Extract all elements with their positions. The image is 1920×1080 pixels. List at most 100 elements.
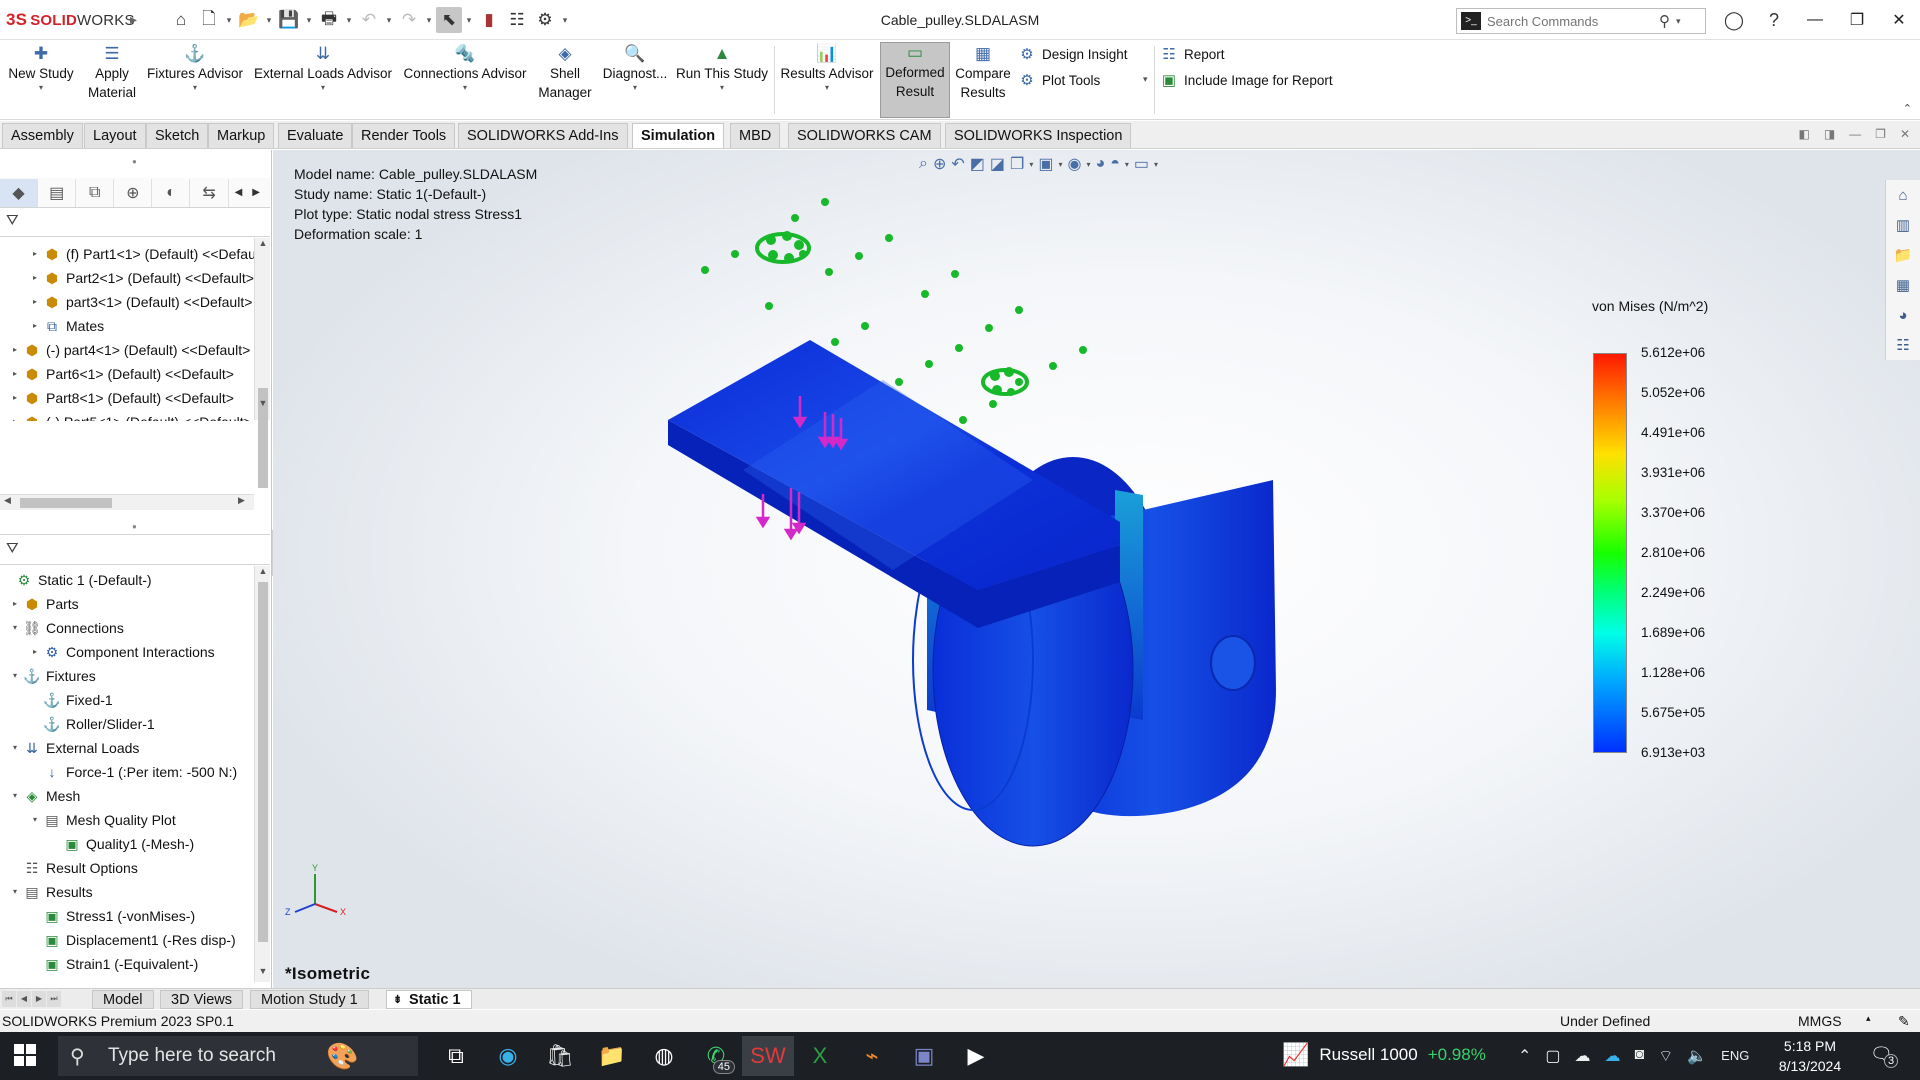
tab-mbd[interactable]: MBD xyxy=(730,123,781,148)
expand-arrow-icon[interactable]: ▾ xyxy=(8,736,22,760)
home-icon[interactable]: ⌂ xyxy=(168,7,194,33)
solidworks-taskbar-icon[interactable]: SW xyxy=(742,1036,794,1076)
diagnostics-dropdown-icon[interactable]: ▾ xyxy=(600,83,670,93)
tab-simulation[interactable]: Simulation xyxy=(632,123,725,148)
excel-icon[interactable]: X xyxy=(794,1036,846,1076)
panel-splitter-icon[interactable]: ● xyxy=(132,157,137,166)
simulation-tree-item[interactable]: ☷ Result Options xyxy=(8,856,138,880)
search-commands-input[interactable] xyxy=(1487,13,1657,29)
feature-tree-item[interactable]: ▸⬢(-) Part5<1> (Default) <<Default> xyxy=(8,410,252,421)
expand-arrow-icon[interactable]: ▾ xyxy=(8,784,22,808)
tab-motion-study-1[interactable]: Motion Study 1 xyxy=(250,990,369,1009)
menu-expand-icon[interactable]: ▸ xyxy=(130,11,137,28)
whatsapp-icon[interactable]: ✆ 45 xyxy=(690,1036,742,1076)
apply-material-button[interactable]: ☰ Apply Material xyxy=(80,44,144,102)
options-gear-icon[interactable]: ⚙ xyxy=(532,7,558,33)
new-document-icon[interactable]: 🗋 xyxy=(196,7,222,33)
options-dropdown-icon[interactable]: ▾ xyxy=(560,15,570,26)
wifi-icon[interactable]: ⌔ xyxy=(1658,1046,1673,1066)
select-dropdown-icon[interactable]: ▾ xyxy=(464,15,474,26)
minimize-icon[interactable]: — xyxy=(1794,11,1836,29)
simulation-tree-item[interactable]: ↓ Force-1 (:Per item: -500 N:) xyxy=(28,760,238,784)
open-dropdown-icon[interactable]: ▾ xyxy=(264,15,274,26)
run-this-study-button[interactable]: ▲ Run This Study ▾ xyxy=(674,44,770,93)
scroll-up-icon[interactable]: ▲ xyxy=(255,238,271,248)
task-view-icon[interactable]: ⧉ xyxy=(430,1036,482,1076)
color-legend-bar[interactable] xyxy=(1593,353,1627,753)
simulation-tree-item[interactable]: ▣ Strain1 (-Equivalent-) xyxy=(28,952,198,976)
results-dropdown-icon[interactable]: ▾ xyxy=(779,83,875,93)
new-study-button[interactable]: ✚ New Study ▾ xyxy=(4,44,78,93)
scroll-right-icon[interactable]: ▶ xyxy=(238,495,245,506)
tab-layout[interactable]: Layout xyxy=(84,123,146,148)
tab-scroll-arrows-icon[interactable]: ◀▶ xyxy=(235,187,270,198)
include-image-for-report-button[interactable]: ▣ Include Image for Report xyxy=(1160,71,1333,89)
open-folder-icon[interactable]: 📂 xyxy=(236,7,262,33)
viewport-restore-icon[interactable]: ❐ xyxy=(1875,127,1886,141)
redo-icon[interactable]: ↷ xyxy=(396,7,422,33)
expand-arrow-icon[interactable]: ▸ xyxy=(28,242,42,266)
results-advisor-button[interactable]: 📊 Results Advisor ▾ xyxy=(779,44,875,93)
scroll-down-icon[interactable]: ▼ xyxy=(255,398,271,408)
graphics-viewport[interactable]: Model name: Cable_pulley.SLDALASM Study … xyxy=(273,150,1920,988)
simulation-tree-item[interactable]: ▣ Quality1 (-Mesh-) xyxy=(48,832,194,856)
filter-icon[interactable]: ⛛ xyxy=(6,212,19,229)
simulation-tree-item[interactable]: ▾ ⇊ External Loads xyxy=(8,736,139,760)
traffic-light-icon[interactable]: ▮ xyxy=(476,7,502,33)
unit-system-dropdown-icon[interactable]: ▴ xyxy=(1866,1013,1871,1024)
tab-evaluate[interactable]: Evaluate xyxy=(278,123,353,148)
help-icon[interactable]: ? xyxy=(1754,10,1794,31)
windows-start-icon[interactable] xyxy=(14,1044,36,1066)
last-tab-icon[interactable]: ⏭ xyxy=(47,991,61,1007)
new-study-dropdown-icon[interactable]: ▾ xyxy=(4,83,78,93)
simulation-tree-item[interactable]: ⚓ Roller/Slider-1 xyxy=(28,712,154,736)
feature-tree-item[interactable]: ▸ ⬢ part3<1> (Default) <<Default> xyxy=(28,290,252,314)
print-icon[interactable]: 🖶 xyxy=(316,7,342,33)
scroll-left-icon[interactable]: ◀ xyxy=(4,495,11,506)
input-language[interactable]: ENG xyxy=(1721,1048,1749,1066)
expand-arrow-icon[interactable]: ▸ xyxy=(8,592,22,616)
solidworks-resources-icon[interactable]: ⌂ xyxy=(1886,180,1920,210)
plot-tools-dropdown-icon[interactable]: ▾ xyxy=(1143,74,1148,85)
simulation-tree-item[interactable]: ▸ ⬢ Parts xyxy=(8,592,79,616)
custom-properties-icon[interactable]: ☷ xyxy=(1886,330,1920,360)
viewport-minimize-icon[interactable]: — xyxy=(1849,127,1861,141)
display-manager-tab-icon[interactable]: ◐ xyxy=(152,178,191,207)
expand-arrow-icon[interactable]: ▸ xyxy=(8,386,22,410)
deformed-result-button[interactable]: ▭ Deformed Result xyxy=(880,42,950,118)
expand-arrow-icon[interactable]: ▸ xyxy=(28,290,42,314)
volume-icon[interactable]: 🔈 xyxy=(1687,1046,1707,1066)
scrollbar-thumb[interactable] xyxy=(258,582,268,942)
fixture-cluster-2[interactable] xyxy=(981,367,1029,396)
simulation-tree-item[interactable]: ▾ ▤ Results xyxy=(8,880,93,904)
tile-right-icon[interactable]: ◨ xyxy=(1824,127,1835,141)
design-insight-button[interactable]: ⚙ Design Insight xyxy=(1018,45,1127,63)
expand-arrow-icon[interactable]: ▾ xyxy=(8,616,22,640)
dimxpert-tab-icon[interactable]: ⊕ xyxy=(114,178,153,207)
redo-dropdown-icon[interactable]: ▾ xyxy=(424,15,434,26)
external-loads-advisor-button[interactable]: ⇊ External Loads Advisor ▾ xyxy=(252,44,394,93)
search-icon[interactable]: ⚲ xyxy=(1659,12,1670,30)
chrome-icon[interactable]: ◍ xyxy=(638,1036,690,1076)
fixtures-dropdown-icon[interactable]: ▾ xyxy=(145,83,245,93)
file-explorer-icon[interactable]: 📁 xyxy=(586,1036,638,1076)
feature-tree-item[interactable]: ▸ ⬢ (f) Part1<1> (Default) <<Default> xyxy=(28,242,254,266)
scroll-up-icon[interactable]: ▲ xyxy=(255,566,271,576)
photo-app-icon[interactable]: ▣ xyxy=(898,1036,950,1076)
report-button[interactable]: ☷ Report xyxy=(1160,45,1224,63)
simulation-tree-item[interactable]: ▣Factor of Safety1 (-FOS-) xyxy=(28,976,224,983)
design-library-icon[interactable]: ▥ xyxy=(1886,210,1920,240)
expand-arrow-icon[interactable]: ▸ xyxy=(28,640,42,664)
edge-browser-icon[interactable]: ◉ xyxy=(482,1036,534,1076)
feature-tree-item[interactable]: ▸ ⧉ Mates xyxy=(28,314,104,338)
stock-widget[interactable]: 📈 Russell 1000 +0.98% xyxy=(1282,1042,1486,1068)
compare-results-button[interactable]: ▦ Compare Results xyxy=(952,44,1014,102)
select-cursor-icon[interactable]: ⬉ xyxy=(436,7,462,33)
search-dropdown-icon[interactable]: ▾ xyxy=(1676,16,1681,27)
collapse-ribbon-icon[interactable]: ⌃ xyxy=(1903,102,1912,115)
fixture-cluster-1[interactable] xyxy=(755,231,811,264)
simulation-tree-item[interactable]: ▾ ⚓ Fixtures xyxy=(8,664,96,688)
simulation-filter-icon[interactable]: ⛛ xyxy=(6,540,19,557)
tab-assembly[interactable]: Assembly xyxy=(2,123,83,148)
undo-icon[interactable]: ↶ xyxy=(356,7,382,33)
